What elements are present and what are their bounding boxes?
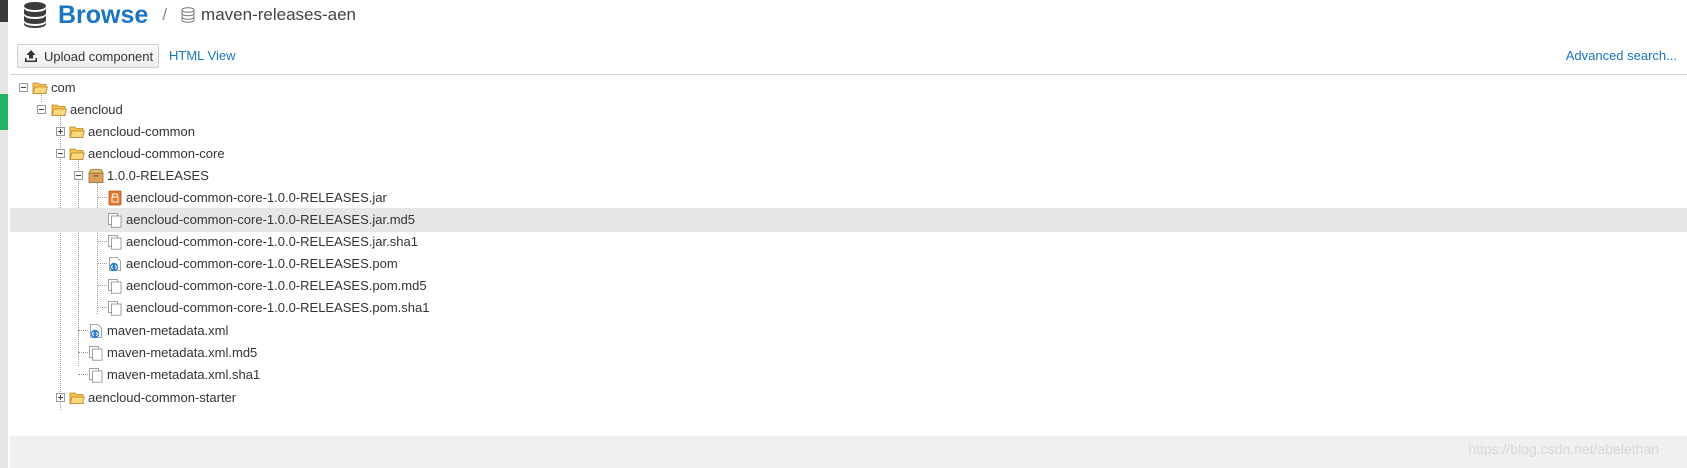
file-icon: [108, 213, 122, 228]
tree-node-label: aencloud-common-core-1.0.0-RELEASES.jar.…: [126, 234, 418, 249]
folder-open-icon: [32, 82, 48, 94]
collapse-toggle[interactable]: [56, 149, 65, 158]
tree-node-file[interactable]: aencloud-common-core-1.0.0-RELEASES.jar.…: [10, 230, 1687, 254]
file-icon: [108, 301, 122, 316]
toolbar: Upload component HTML View Advanced sear…: [17, 44, 1677, 70]
tree-node-label: aencloud-common-core-1.0.0-RELEASES.jar: [126, 190, 387, 205]
tree-node-version[interactable]: 1.0.0-RELEASES: [10, 164, 1687, 188]
tree-node-label: aencloud-common-core: [88, 146, 225, 161]
tree-node-aencloud-common[interactable]: aencloud-common: [10, 120, 1687, 144]
tree-node-file[interactable]: aencloud-common-core-1.0.0-RELEASES.pom: [10, 252, 1687, 276]
tree-node-label: 1.0.0-RELEASES: [107, 168, 209, 183]
xml-file-icon: [109, 257, 121, 272]
left-edge-active-indicator: [0, 94, 8, 130]
tree-node-aencloud[interactable]: aencloud: [10, 98, 1687, 122]
folder-open-icon: [69, 126, 85, 138]
page-title[interactable]: Browse: [58, 1, 148, 30]
tree-node-label: aencloud: [70, 102, 123, 117]
folder-open-icon: [69, 392, 85, 404]
upload-icon: [25, 50, 37, 62]
left-edge-strip: [0, 0, 8, 468]
tree-node-file[interactable]: aencloud-common-core-1.0.0-RELEASES.pom.…: [10, 296, 1687, 320]
expand-toggle[interactable]: [56, 393, 65, 402]
tree-node-file[interactable]: maven-metadata.xml.md5: [10, 341, 1687, 365]
jar-file-icon: [108, 190, 122, 206]
tree-node-file[interactable]: aencloud-common-core-1.0.0-RELEASES.jar: [10, 186, 1687, 210]
folder-open-icon: [69, 148, 85, 160]
toolbar-divider: [10, 74, 1687, 75]
collapse-toggle[interactable]: [19, 83, 28, 92]
file-icon: [89, 368, 103, 383]
file-icon: [108, 279, 122, 294]
tree-node-file[interactable]: aencloud-common-core-1.0.0-RELEASES.pom.…: [10, 274, 1687, 298]
tree-node-label: aencloud-common-core-1.0.0-RELEASES.jar.…: [126, 212, 416, 227]
tree-node-file[interactable]: maven-metadata.xml: [10, 319, 1687, 343]
tree-node-label: maven-metadata.xml.sha1: [107, 367, 261, 382]
tree-node-label: aencloud-common: [88, 124, 195, 139]
page-header: Browse / maven-releases-aen: [22, 0, 356, 30]
collapse-toggle[interactable]: [37, 105, 46, 114]
file-icon: [108, 235, 122, 250]
repository-icon: [181, 7, 195, 23]
tree-node-aencloud-common-core[interactable]: aencloud-common-core: [10, 142, 1687, 166]
tree-node-file[interactable]: aencloud-common-core-1.0.0-RELEASES.jar.…: [10, 208, 1687, 232]
upload-component-label: Upload component: [44, 48, 154, 64]
tree-node-label: aencloud-common-starter: [88, 390, 237, 405]
component-box-icon: [88, 169, 104, 183]
left-edge-dark-block: [0, 0, 8, 22]
folder-open-icon: [51, 104, 67, 116]
tree-node-file[interactable]: maven-metadata.xml.sha1: [10, 363, 1687, 387]
file-icon: [89, 346, 103, 361]
tree-node-label: aencloud-common-core-1.0.0-RELEASES.pom: [126, 256, 398, 271]
tree-node-com[interactable]: com: [10, 76, 1687, 100]
advanced-search-link[interactable]: Advanced search...: [1566, 48, 1677, 63]
tree-node-label: aencloud-common-core-1.0.0-RELEASES.pom.…: [126, 300, 430, 315]
upload-component-button[interactable]: Upload component: [17, 44, 159, 68]
xml-file-icon: [90, 324, 102, 339]
tree-node-aencloud-common-starter[interactable]: aencloud-common-starter: [10, 386, 1687, 410]
breadcrumb-separator: /: [162, 5, 168, 24]
tree-empty-area: [10, 436, 1687, 468]
html-view-link[interactable]: HTML View: [169, 48, 235, 63]
database-icon: [24, 2, 46, 28]
breadcrumb-repository: maven-releases-aen: [201, 5, 357, 24]
tree-node-label: maven-metadata.xml: [107, 323, 229, 338]
tree-node-label: com: [51, 80, 76, 95]
tree-node-label: aencloud-common-core-1.0.0-RELEASES.pom.…: [126, 278, 427, 293]
collapse-toggle[interactable]: [74, 171, 83, 180]
watermark: https://blog.csdn.net/abelethan: [1468, 441, 1659, 457]
component-tree: com aencloud aencloud-common aencloud-co…: [10, 76, 1687, 436]
tree-node-label: maven-metadata.xml.md5: [107, 345, 258, 360]
expand-toggle[interactable]: [56, 127, 65, 136]
